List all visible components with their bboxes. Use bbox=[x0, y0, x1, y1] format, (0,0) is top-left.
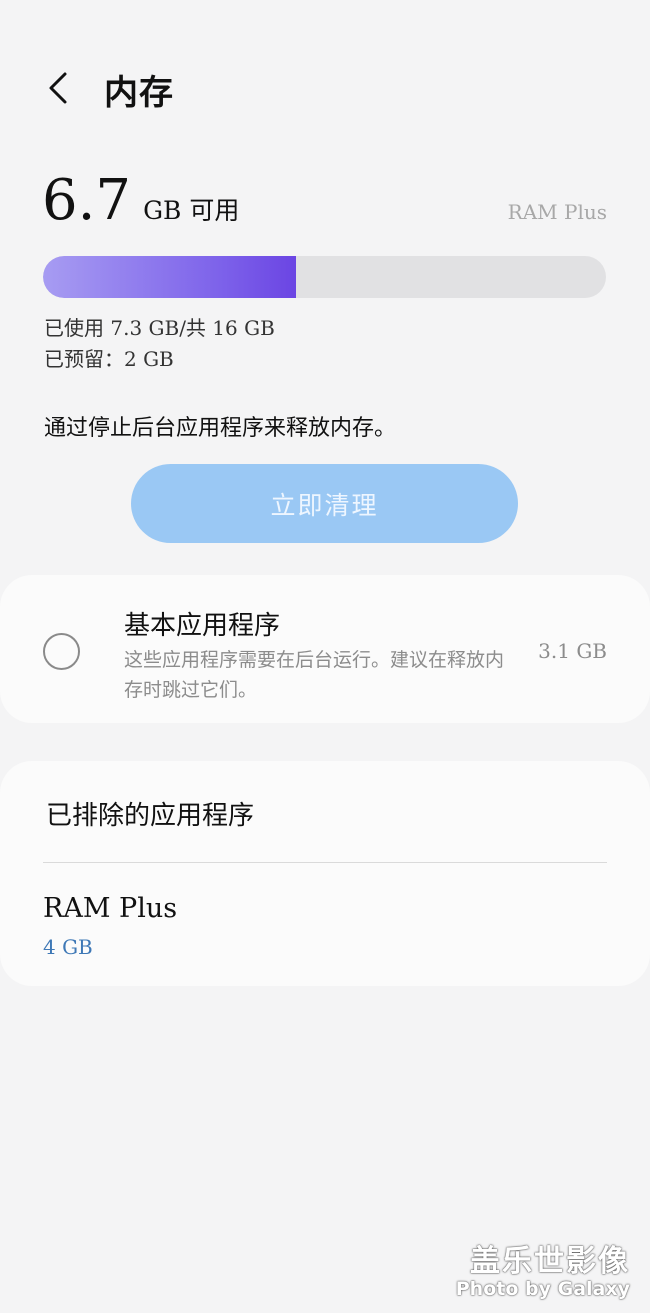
clean-description: 通过停止后台应用程序来释放内存。 bbox=[44, 416, 397, 441]
excluded-apps-title: 已排除的应用程序 bbox=[46, 801, 255, 831]
watermark-title: 盖乐世影像 bbox=[470, 1244, 630, 1279]
basic-apps-description: 这些应用程序需要在后台运行。建议在释放内存时跳过它们。 bbox=[124, 649, 505, 701]
excluded-apps-card: 已排除的应用程序 RAM Plus 4 GB bbox=[0, 761, 650, 986]
basic-apps-radio[interactable] bbox=[43, 633, 80, 670]
basic-apps-card[interactable]: 基本应用程序 这些应用程序需要在后台运行。建议在释放内存时跳过它们。 3.1 G… bbox=[0, 575, 650, 723]
memory-page: 内存 6.7 GB 可用 RAM Plus 已使用 7.3 GB/共 16 GB… bbox=[0, 0, 650, 1313]
memory-usage-fill bbox=[43, 256, 297, 298]
reserved-memory-text: 已预留：2 GB bbox=[44, 347, 174, 371]
ram-plus-link[interactable]: RAM Plus bbox=[508, 200, 607, 224]
chevron-left-icon bbox=[49, 72, 67, 104]
available-memory: 6.7 GB 可用 bbox=[42, 168, 239, 233]
excluded-item-value: 4 GB bbox=[43, 935, 93, 959]
header: 内存 bbox=[0, 55, 650, 125]
available-value: 6.7 bbox=[42, 168, 132, 233]
clean-now-button[interactable]: 立即清理 bbox=[131, 464, 518, 543]
available-unit: GB 可用 bbox=[143, 196, 240, 225]
basic-apps-title: 基本应用程序 bbox=[124, 611, 281, 641]
page-title: 内存 bbox=[104, 73, 174, 113]
basic-apps-size: 3.1 GB bbox=[538, 639, 607, 663]
memory-usage-bar bbox=[43, 256, 606, 298]
used-memory-text: 已使用 7.3 GB/共 16 GB bbox=[44, 316, 275, 340]
list-item-ram-plus[interactable]: RAM Plus 4 GB bbox=[0, 863, 650, 973]
watermark: 盖乐世影像 Photo by Galaxy bbox=[456, 1236, 630, 1300]
back-button[interactable] bbox=[36, 63, 80, 113]
excluded-item-name: RAM Plus bbox=[43, 893, 178, 924]
watermark-subtitle: Photo by Galaxy bbox=[455, 1278, 630, 1300]
